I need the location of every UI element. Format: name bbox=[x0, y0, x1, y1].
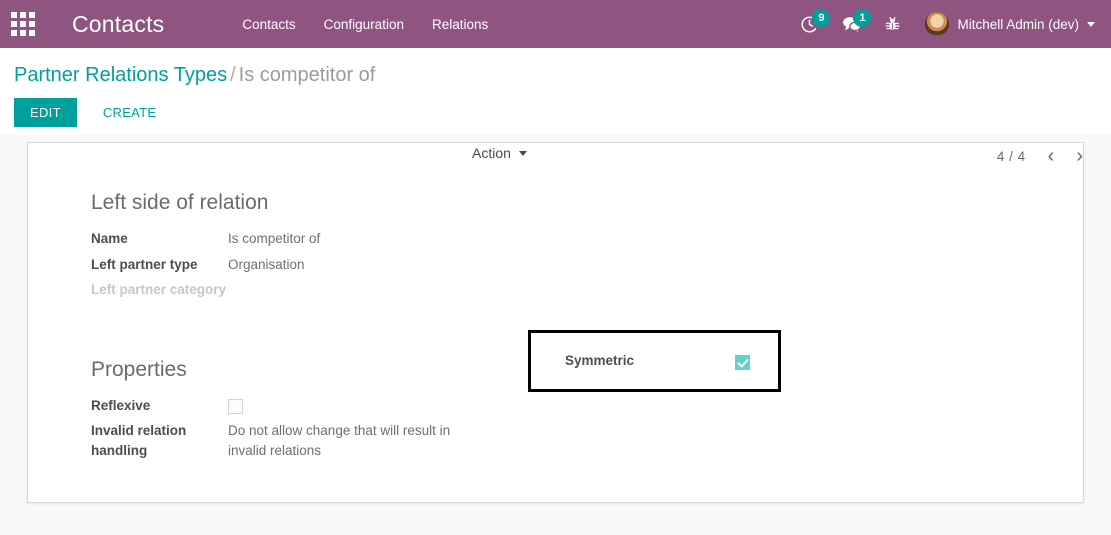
breadcrumb-item-root[interactable]: Partner Relations Types bbox=[14, 64, 227, 86]
menu-item-configuration[interactable]: Configuration bbox=[312, 2, 416, 47]
app-brand-title[interactable]: Contacts bbox=[46, 11, 178, 38]
debug-menu-button[interactable] bbox=[874, 0, 911, 48]
action-dropdown-label: Action bbox=[472, 145, 511, 161]
breadcrumb-item-current: Is competitor of bbox=[238, 64, 376, 86]
create-button[interactable]: CREATE bbox=[87, 98, 173, 127]
bug-debug-icon bbox=[885, 17, 900, 30]
top-navbar: Contacts Contacts Configuration Relation… bbox=[0, 0, 1111, 48]
chevron-down-icon bbox=[1087, 21, 1095, 27]
systray: 9 1 Mitchell Admin (dev) bbox=[790, 0, 1101, 48]
field-label-name: Name bbox=[91, 231, 128, 246]
properties-left-column: Reflexive Invalid relation handling Do n… bbox=[64, 396, 528, 467]
properties-columns: Reflexive Invalid relation handling Do n… bbox=[64, 396, 1047, 467]
group-left-side-of-relation: Left side of relation Name Is competitor… bbox=[64, 191, 1047, 300]
field-label-left-partner-type: Left partner type bbox=[91, 256, 198, 272]
form-sheet: Left side of relation Name Is competitor… bbox=[27, 142, 1084, 503]
apps-grid-glyph bbox=[11, 12, 35, 36]
chevron-down-icon bbox=[518, 150, 527, 156]
field-label-symmetric: Symmetric bbox=[565, 352, 635, 368]
field-value-left-partner-type[interactable]: Organisation bbox=[228, 255, 305, 275]
activity-count-badge: 9 bbox=[812, 9, 831, 27]
menu-item-contacts[interactable]: Contacts bbox=[230, 2, 307, 47]
breadcrumb: Partner Relations Types / Is competitor of bbox=[14, 48, 1097, 88]
edit-button[interactable]: EDIT bbox=[14, 98, 77, 127]
group-title-left-side: Left side of relation bbox=[91, 191, 269, 214]
field-value-invalid-relation-handling[interactable]: Do not allow change that will result in … bbox=[228, 421, 478, 460]
field-row-left-partner-type: Left partner type Organisation bbox=[64, 255, 1047, 275]
pager-value[interactable]: 4 / 4 bbox=[997, 149, 1034, 164]
field-row-left-partner-category: Left partner category bbox=[64, 280, 1047, 300]
activity-menu-button[interactable]: 9 bbox=[790, 0, 831, 48]
symmetric-field-highlight-box: Symmetric bbox=[528, 329, 781, 392]
group-properties: Properties Reflexive Invalid relation ha… bbox=[64, 329, 1047, 467]
control-panel-buttons: EDIT CREATE bbox=[14, 98, 1097, 127]
action-dropdown[interactable]: Action bbox=[472, 145, 527, 161]
field-label-invalid-relation-handling: Invalid relation handling bbox=[91, 423, 187, 458]
symmetric-checkbox[interactable] bbox=[735, 354, 750, 370]
field-row-reflexive: Reflexive bbox=[64, 396, 528, 416]
pager: 4 / 4 ‹ › bbox=[997, 144, 1091, 168]
reflexive-checkbox[interactable] bbox=[228, 398, 243, 414]
field-value-name[interactable]: Is competitor of bbox=[228, 229, 320, 249]
username-label: Mitchell Admin (dev) bbox=[957, 16, 1079, 32]
user-menu-button[interactable]: Mitchell Admin (dev) bbox=[913, 0, 1101, 48]
user-avatar bbox=[925, 12, 950, 36]
breadcrumb-separator: / bbox=[230, 64, 236, 86]
main-menu: Contacts Configuration Relations bbox=[230, 2, 500, 47]
field-label-reflexive: Reflexive bbox=[91, 397, 151, 413]
pager-next-button[interactable]: › bbox=[1068, 144, 1091, 168]
messaging-count-badge: 1 bbox=[853, 9, 872, 27]
field-row-name: Name Is competitor of bbox=[64, 229, 1047, 249]
field-label-left-partner-category: Left partner category bbox=[91, 282, 227, 298]
control-panel: Partner Relations Types / Is competitor of… bbox=[0, 48, 1111, 166]
sheet-background: Left side of relation Name Is competitor… bbox=[0, 134, 1111, 535]
pager-previous-button[interactable]: ‹ bbox=[1040, 144, 1063, 168]
menu-item-relations[interactable]: Relations bbox=[420, 2, 500, 47]
messaging-menu-button[interactable]: 1 bbox=[831, 0, 872, 48]
field-row-invalid-relation-handling: Invalid relation handling Do not allow c… bbox=[64, 421, 528, 460]
apps-grid-icon[interactable] bbox=[0, 0, 46, 48]
